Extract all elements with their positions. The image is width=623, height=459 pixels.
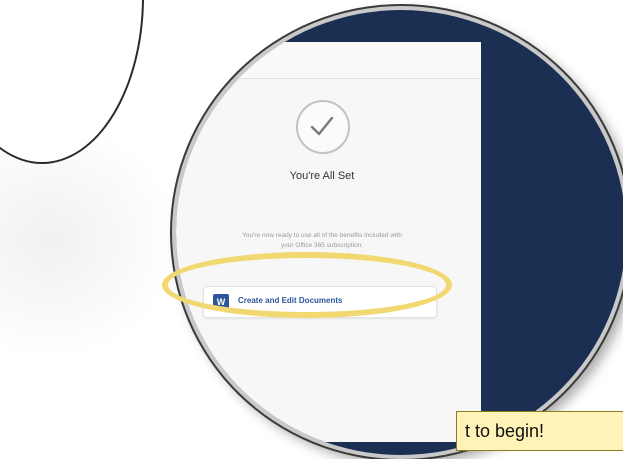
app-screen: You're All Set You're now ready to use a… bbox=[176, 42, 481, 442]
callout-box: t to begin! bbox=[456, 411, 623, 451]
description-line-1: You're now ready to use all of the benef… bbox=[242, 232, 402, 239]
tutorial-graphic: You're All Set You're now ready to use a… bbox=[0, 0, 623, 459]
highlight-oval bbox=[162, 252, 452, 318]
zoom-lens: You're All Set You're now ready to use a… bbox=[172, 6, 623, 459]
description-text: You're now ready to use all of the benef… bbox=[207, 231, 437, 251]
description-line-2: your Office 365 subscription. bbox=[280, 242, 364, 249]
checkmark-icon bbox=[296, 100, 350, 154]
app-header-bar bbox=[176, 42, 481, 79]
page-title: You're All Set bbox=[289, 170, 355, 182]
callout-text: t to begin! bbox=[465, 421, 545, 441]
